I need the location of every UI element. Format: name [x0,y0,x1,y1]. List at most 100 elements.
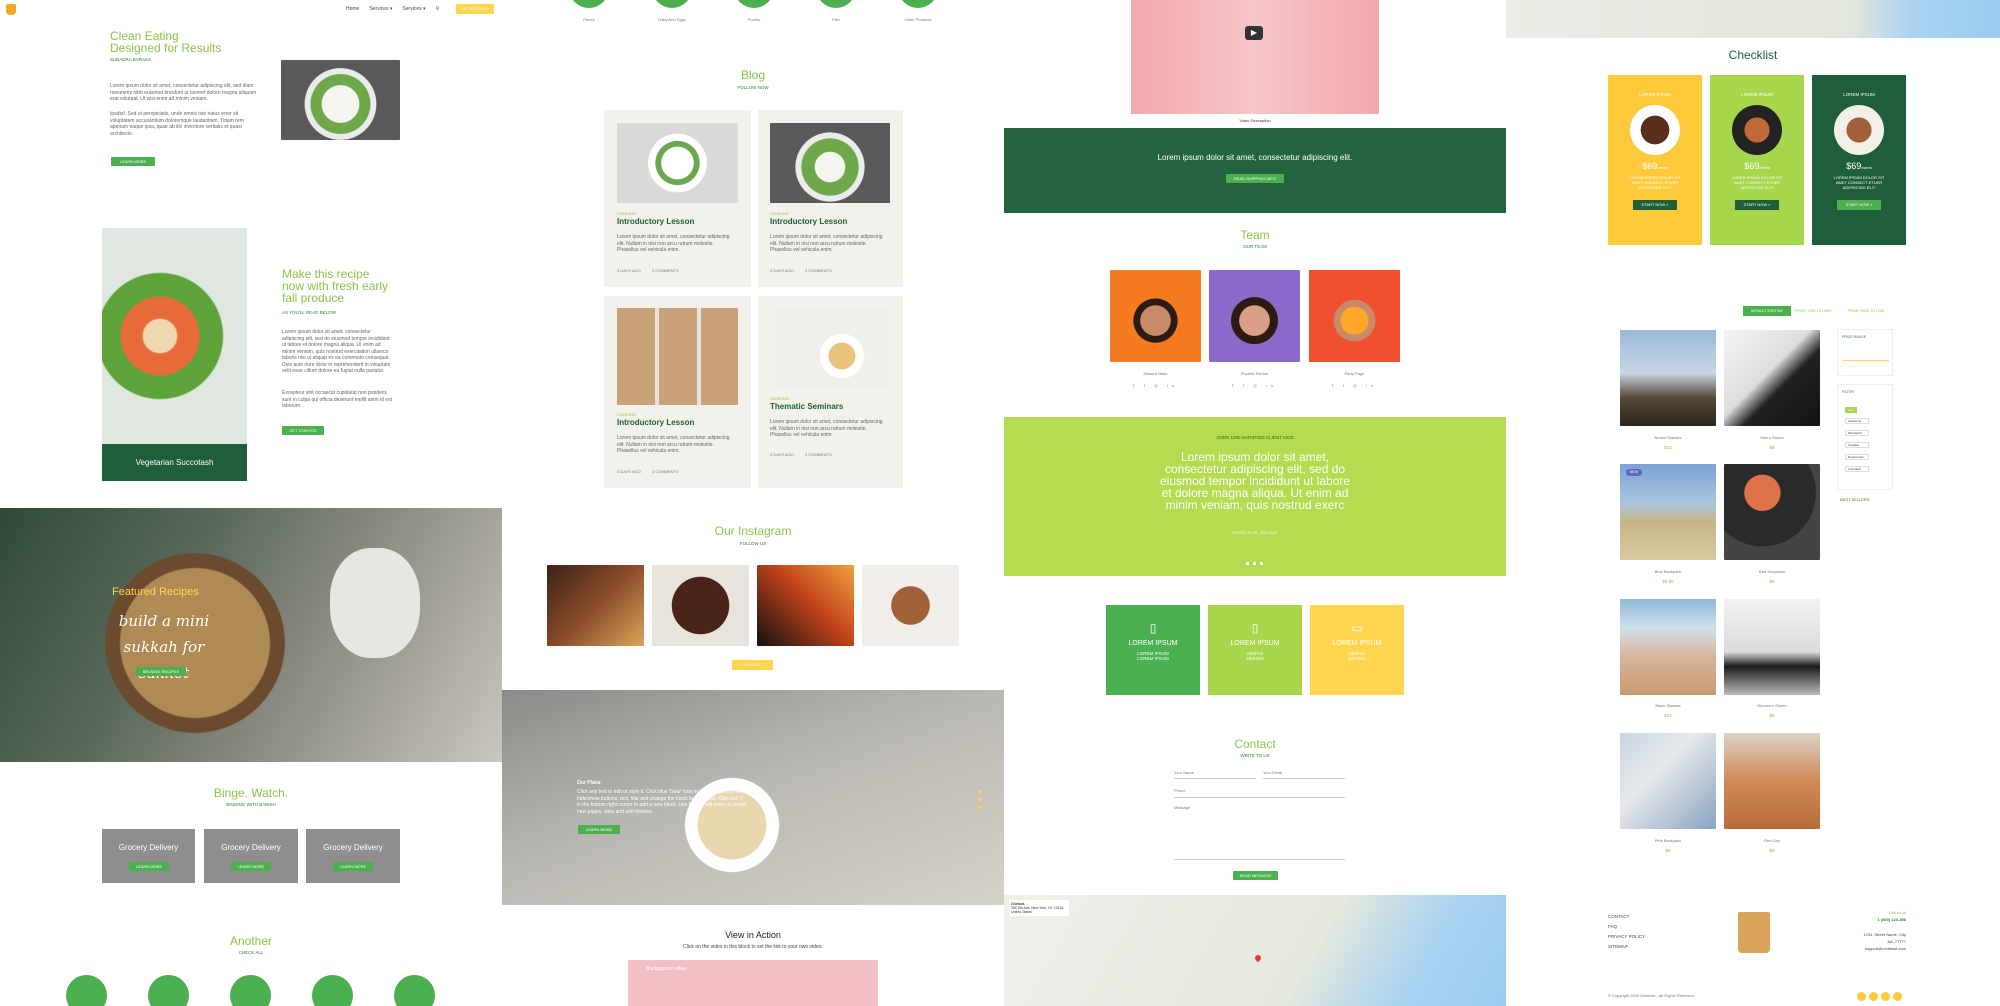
binge-card-3-button[interactable]: LEARN MORE [333,862,373,871]
pricing-2-button[interactable]: START NOW » [1735,200,1779,210]
filter-all[interactable]: ALL [1845,407,1857,413]
facebook-icon[interactable] [1869,992,1878,1001]
linkedin-icon[interactable] [1893,992,1902,1001]
video-player[interactable]: Background video [628,960,878,1006]
filter-creative[interactable]: Creative [1845,442,1869,448]
logo[interactable] [6,4,16,15]
filter-awesome[interactable]: Awesome [1845,418,1869,424]
binge-card-2[interactable]: Grocery Delivery LEARN MORE [204,829,298,883]
pricing-card-2[interactable]: LOREM IPSUM $69/week LOREM IPSUM DOLOR S… [1710,75,1804,245]
instagram-photo-4[interactable] [862,565,959,646]
blog-post-3[interactable]: COOKING Introductory Lesson Lorem ipsum … [604,296,751,488]
instagram-photo-2[interactable] [652,565,749,646]
bag-icon[interactable] [230,975,271,1006]
price-range-slider[interactable] [1843,360,1889,361]
product-8-image[interactable] [1724,733,1820,829]
twitter-icon[interactable] [1857,992,1866,1001]
pricing-card-1[interactable]: LOREM IPSUM $69/week LOREM IPSUM DOLOR S… [1608,75,1702,245]
binge-card-3[interactable]: Grocery Delivery LEARN MORE [306,829,400,883]
product-4-name[interactable]: Red Snapback [1724,569,1820,574]
fish-circle[interactable] [816,0,856,8]
product-4-image[interactable] [1724,464,1820,560]
pricing-1-button[interactable]: START NOW » [1633,200,1677,210]
blog-post-1[interactable]: COOKING Introductory Lesson Lorem ipsum … [604,110,751,287]
blog-post-4[interactable]: COOKING Thematic Seminars Lorem ipsum do… [758,296,903,488]
nav-services[interactable]: Services ▾ [369,6,392,12]
other-products-circle[interactable] [898,0,938,8]
send-message-button[interactable]: SEND MESSAGE [1233,871,1278,880]
product-2-image[interactable] [1724,330,1820,426]
product-5-name[interactable]: Black Glasses [1620,703,1716,708]
footer-privacy-link[interactable]: PRIVACY POLICY [1608,932,1645,942]
heart-icon[interactable] [394,975,435,1006]
blog-post-1-title[interactable]: Introductory Lesson [617,217,694,226]
contact-email-field[interactable]: Your Email [1263,770,1345,779]
recipe-get-started-button[interactable]: GET STARTED [282,426,324,435]
blog-post-4-title[interactable]: Thematic Seminars [770,402,843,411]
product-5-image[interactable] [1620,599,1716,695]
search-icon[interactable]: ⚲ [436,6,440,12]
instagram-photo-1[interactable] [547,565,644,646]
succotash-card[interactable]: Vegetarian Succotash [102,444,247,481]
sort-high-low-tab[interactable]: PRICE: HIGH TO LOW [1848,306,1884,316]
instagram-icon[interactable] [1881,992,1890,1001]
testimonial-dots[interactable] [1246,562,1264,565]
binge-card-1[interactable]: Grocery Delivery LEARN MORE [102,829,195,883]
product-6-name[interactable]: Women's Shoes [1724,703,1820,708]
contact-phone-field[interactable]: Phone [1174,788,1345,798]
team-member-3-social-icons[interactable]: 𝕥 f ◎ in [1309,383,1400,388]
team-member-1-social-icons[interactable]: 𝕥 f ◎ in [1110,383,1201,388]
clean-learn-more-button[interactable]: LEARN MORE [111,157,155,166]
blog-post-3-title[interactable]: Introductory Lesson [617,418,694,427]
browse-recipes-button[interactable]: BROWSE RECIPES [136,667,186,676]
pricing-card-3[interactable]: LOREM IPSUM $69/week LOREM IPSUM DOLOR S… [1812,75,1906,245]
map-pin-icon[interactable] [1253,953,1263,963]
product-2-name[interactable]: Men's Shoes [1724,435,1820,440]
product-1-name[interactable]: Brown Glasses [1620,435,1716,440]
pricing-3-button[interactable]: START NOW » [1837,200,1881,210]
footer-sitemap-link[interactable]: SITEMAP [1608,942,1645,952]
nav-home[interactable]: Home [346,6,359,12]
footer-email[interactable]: support@mobirise.com [1818,945,1906,952]
footer-contact-link[interactable]: CONTACT [1608,912,1645,922]
footer-phone[interactable]: 1 (800) 123-456 [1818,916,1906,923]
filter-wonderful[interactable]: Wonderful [1845,430,1869,436]
map[interactable]: Chelsea 350 5th Ave, New York, NY 10118,… [1004,895,1506,1006]
product-7-name[interactable]: Pink Backpack [1620,838,1716,843]
plans-learn-more-button[interactable]: LEARN MORE [578,825,620,834]
nav-services-2[interactable]: Services ▾ [402,6,425,12]
filter-responsive[interactable]: Responsive [1845,454,1869,460]
shipping-info-button[interactable]: READ SHIPPING INFO [1226,174,1284,183]
feature-card-1[interactable]: ▯ LOREM IPSUM LOREM IPSUM LOREM IPSUM [1106,605,1200,695]
dairy-circle[interactable] [652,0,692,8]
phone-icon[interactable] [148,975,189,1006]
footer-social-icons[interactable] [1857,992,1905,1001]
top-map[interactable] [1506,0,2000,38]
video-thumbnail[interactable]: ▶ [1131,0,1379,114]
sort-default-tab[interactable]: DEFAULT SORTING [1743,306,1791,316]
slider-dots[interactable] [978,790,981,812]
contact-name-field[interactable]: Your Name [1174,770,1256,779]
pantry-circle[interactable] [569,0,609,8]
sort-low-high-tab[interactable]: PRICE: LOW TO HIGH [1795,306,1831,316]
feature-card-3[interactable]: ▭ LOREM IPSUM SIMPLE DESIGN [1310,605,1404,695]
contact-message-field[interactable]: Message [1174,805,1345,860]
product-6-image[interactable] [1724,599,1820,695]
binge-card-2-button[interactable]: LEARN MORE [231,862,271,871]
feature-card-2[interactable]: ▯ LOREM IPSUM SIMPLE DESIGN [1208,605,1302,695]
blog-post-2-title[interactable]: Introductory Lesson [770,217,847,226]
product-3-name[interactable]: Blue Backpack [1620,569,1716,574]
instagram-photo-3[interactable] [757,565,854,646]
footer-faq-link[interactable]: FAQ [1608,922,1645,932]
blog-post-2[interactable]: COOKING Introductory Lesson Lorem ipsum … [758,110,903,287]
product-1-image[interactable] [1620,330,1716,426]
play-icon[interactable]: ▶ [1245,26,1263,40]
binge-card-1-button[interactable]: LEARN MORE [129,862,169,871]
product-8-name[interactable]: Red Cap [1724,838,1820,843]
filter-animated[interactable]: Animated [1845,466,1869,472]
product-3-image[interactable]: NEW [1620,464,1716,560]
get-in-touch-button[interactable]: GET IN TOUCH [456,4,494,14]
product-7-image[interactable] [1620,733,1716,829]
monitor-icon[interactable] [312,975,353,1006]
team-member-2-social-icons[interactable]: 𝕥 f ◎ in [1209,383,1300,388]
